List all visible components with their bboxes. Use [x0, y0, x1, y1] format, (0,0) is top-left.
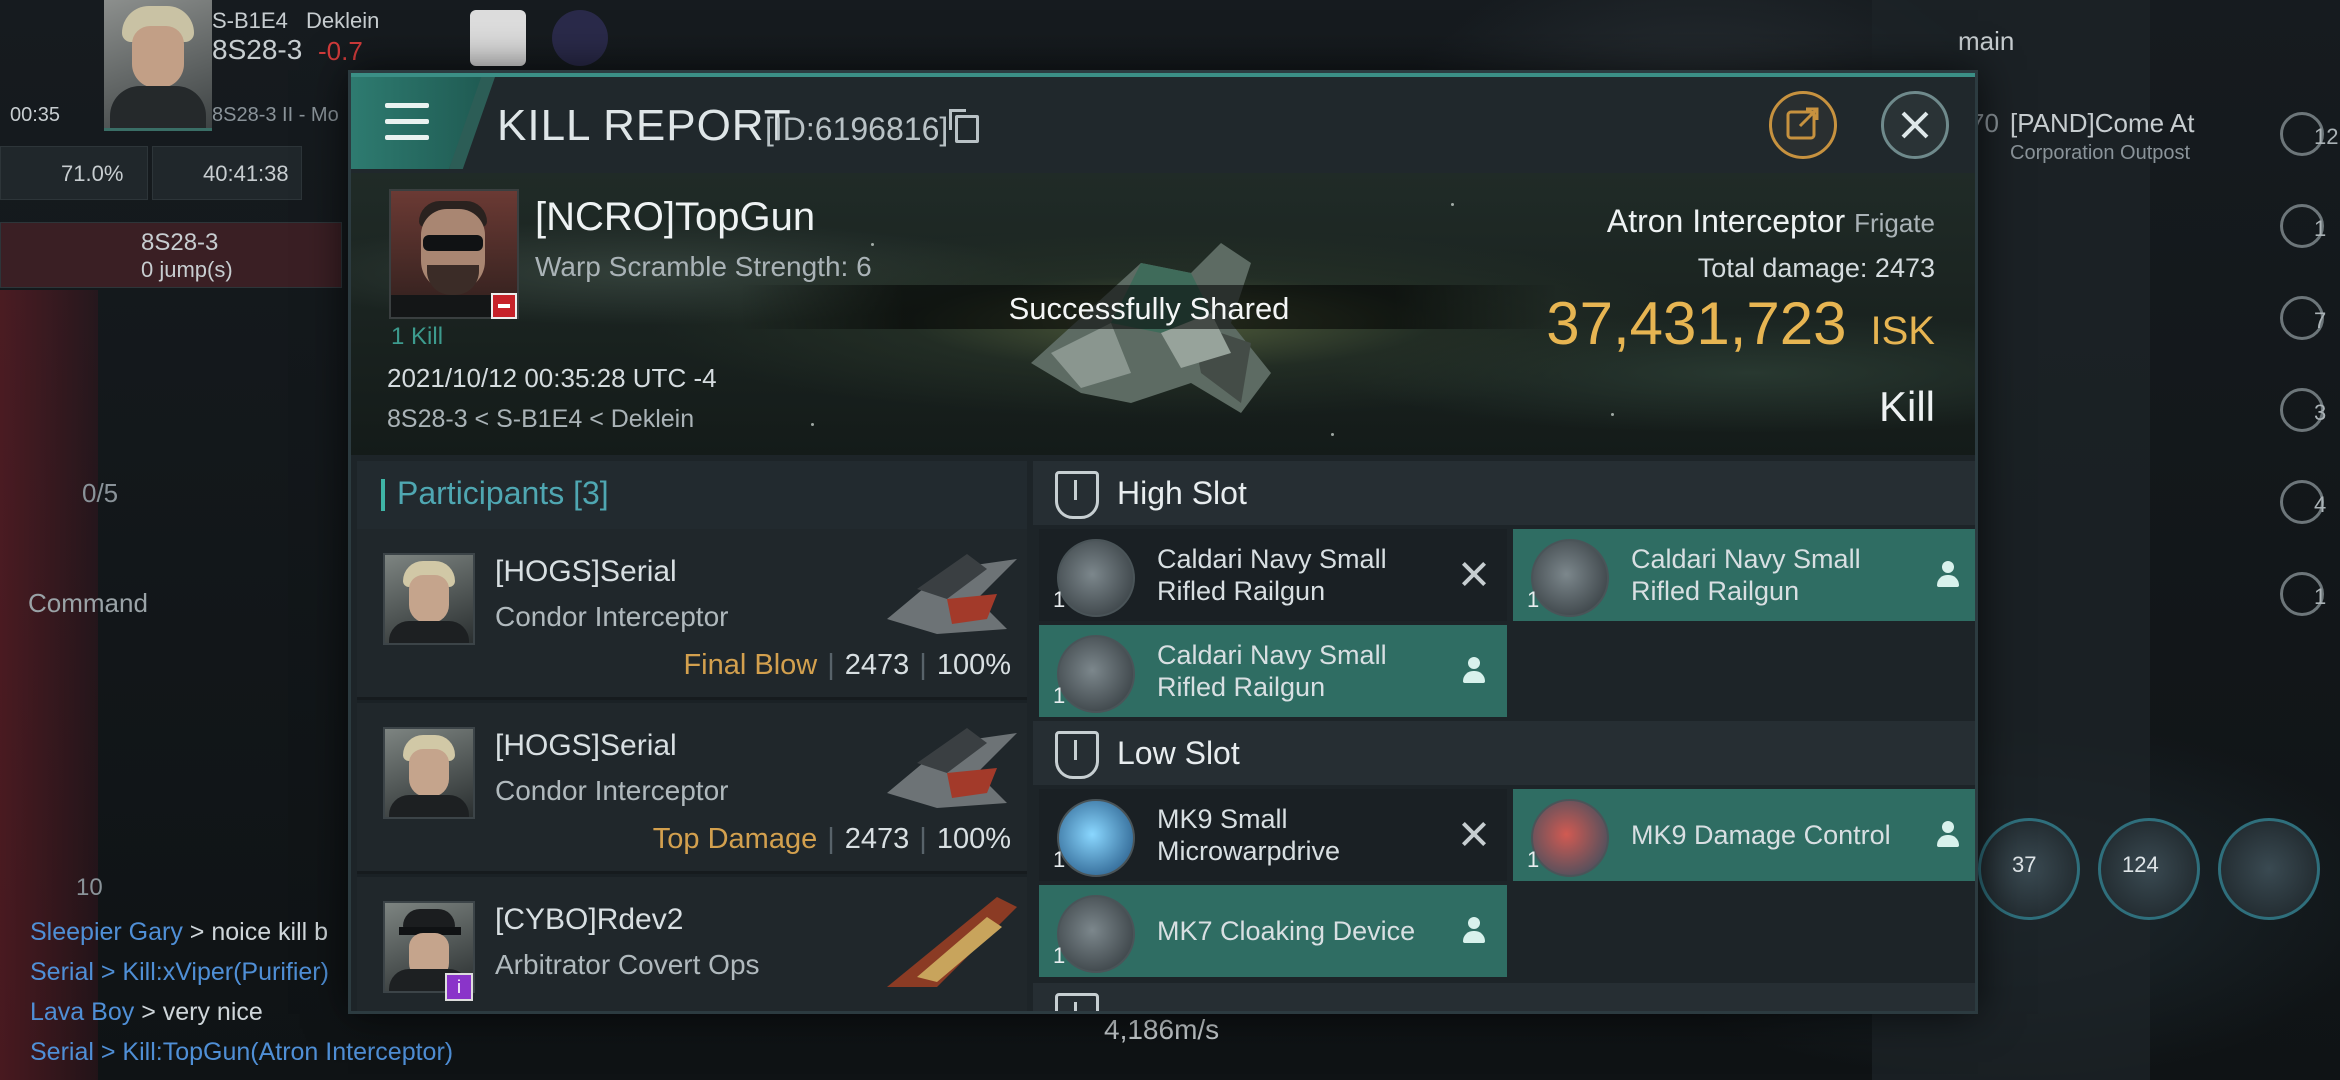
destroyed-icon: [1459, 559, 1489, 589]
close-button[interactable]: [1881, 91, 1949, 159]
fitting-panel: High Slot 1 Caldari Navy Small Rifled Ra…: [1033, 461, 1975, 1011]
close-icon: [1901, 111, 1929, 139]
participant-row[interactable]: [HOGS]Serial Condor Interceptor Top Dama…: [357, 703, 1027, 874]
participant-row[interactable]: i [CYBO]Rdev2 Arbitrator Covert Ops: [357, 877, 1027, 1011]
isk-value: 37,431,723 ISK: [1546, 290, 1935, 357]
dropped-icon: [1459, 915, 1489, 945]
kill-report-dialog: KILL REPORT [ID:6196816] [NCRO]TopGun Wa…: [348, 70, 1978, 1014]
route-region: Deklein: [306, 8, 380, 33]
info-badge-icon: i: [445, 973, 473, 1001]
share-button[interactable]: [1769, 91, 1837, 159]
chat-line[interactable]: Lava Boy > very nice: [30, 998, 263, 1027]
kill-datetime: 2021/10/12 00:35:28 UTC -4: [387, 363, 717, 393]
fleet-count: 0/5: [82, 478, 119, 508]
low-slot-header: Low Slot: [1033, 721, 1975, 785]
participant-ship: Condor Interceptor: [495, 601, 729, 632]
victim-ship-name[interactable]: Atron Interceptor Frigate: [1607, 203, 1935, 240]
shield-icon: [1055, 471, 1099, 519]
module-item[interactable]: 1 Caldari Navy Small Rifled Railgun: [1039, 625, 1507, 717]
timer-status: 40:41:38: [152, 146, 302, 200]
nav-target[interactable]: 8S28-3 0 jump(s): [0, 222, 342, 288]
dropped-icon: [1459, 655, 1489, 685]
route-system: S-B1E4: [212, 8, 288, 33]
share-toast: Successfully Shared: [739, 285, 1559, 329]
speed-readout: 4,186m/s: [1104, 1014, 1220, 1045]
participant-avatar[interactable]: [383, 553, 475, 645]
location-sub: 8S28-3 II - Mo: [212, 104, 339, 126]
participant-name: [HOGS]Serial: [495, 729, 677, 762]
railgun-icon: [1531, 539, 1609, 617]
participant-stats: Top Damage | 2473 | 100%: [652, 823, 1011, 855]
participants-panel: Participants [3] [HOGS]Serial Condor Int…: [357, 461, 1027, 1011]
participant-ship: Arbitrator Covert Ops: [495, 949, 760, 980]
share-icon: [1786, 107, 1819, 140]
chat-line[interactable]: Sleepier Gary > noice kill b: [30, 918, 328, 947]
security-status: -0.7: [318, 36, 363, 66]
cloaking-device-icon: [1057, 895, 1135, 973]
module-item[interactable]: 1 Caldari Navy Small Rifled Railgun: [1039, 529, 1507, 621]
kill-count: 1 Kill: [391, 323, 444, 350]
mid-slot-header: [1033, 983, 1975, 1011]
module-item[interactable]: 1 MK7 Cloaking Device: [1039, 885, 1507, 977]
participant-ship: Condor Interceptor: [495, 775, 729, 806]
participant-name: [CYBO]Rdev2: [495, 903, 684, 936]
pilot-avatar[interactable]: [104, 0, 212, 131]
shield-status: 71.0%: [0, 146, 148, 200]
participant-row[interactable]: [HOGS]Serial Condor Interceptor Final Bl…: [357, 529, 1027, 700]
victim-detail: Warp Scramble Strength: 6: [535, 251, 872, 282]
victim-summary: [NCRO]TopGun Warp Scramble Strength: 6 1…: [351, 173, 1975, 455]
module-item[interactable]: 1 MK9 Small Microwarpdrive: [1039, 789, 1507, 881]
microwarpdrive-icon: [1057, 799, 1135, 877]
dialog-title: KILL REPORT: [497, 101, 792, 150]
railgun-icon: [1057, 539, 1135, 617]
mail-count: 10: [76, 874, 103, 901]
command-link[interactable]: Command: [28, 588, 148, 619]
panda-icon[interactable]: [470, 10, 526, 66]
participant-avatar[interactable]: [383, 727, 475, 819]
shield-icon: [1055, 731, 1099, 779]
local-entry-name[interactable]: [PAND]Come At: [2010, 108, 2194, 139]
dropped-icon: [1933, 559, 1963, 589]
result-label: Kill: [1878, 383, 1935, 430]
chat-line[interactable]: Serial > Kill:xViper(Purifier): [30, 958, 329, 987]
shield-icon: [1055, 993, 1099, 1011]
copy-icon[interactable]: [949, 109, 979, 143]
report-id: [ID:6196816]: [765, 111, 949, 147]
participant-stats: Final Blow | 2473 | 100%: [683, 649, 1011, 681]
clock: 00:35: [10, 104, 61, 126]
chat-line[interactable]: Serial > Kill:TopGun(Atron Interceptor): [30, 1038, 453, 1067]
total-damage: Total damage: 2473: [1697, 253, 1935, 283]
railgun-icon: [1057, 635, 1135, 713]
damage-control-icon: [1531, 799, 1609, 877]
channel-select[interactable]: main: [1958, 26, 2014, 57]
disabled-icon[interactable]: [552, 10, 608, 66]
module-item[interactable]: 1 Caldari Navy Small Rifled Railgun: [1513, 529, 1975, 621]
kill-location[interactable]: 8S28-3 < S-B1E4 < Deklein: [387, 405, 694, 434]
dropped-icon: [1933, 819, 1963, 849]
high-slot-header: High Slot: [1033, 461, 1975, 525]
victim-name[interactable]: [NCRO]TopGun: [535, 195, 815, 240]
participant-ship-image: [887, 897, 1017, 987]
participant-name: [HOGS]Serial: [495, 555, 677, 588]
module-item[interactable]: 1 MK9 Damage Control: [1513, 789, 1975, 881]
hostile-badge-icon: [491, 293, 517, 319]
local-entry-sub: Corporation Outpost: [2010, 142, 2191, 164]
participant-ship-image: [887, 728, 1017, 808]
participant-ship-image: [887, 554, 1017, 634]
destroyed-icon: [1459, 819, 1489, 849]
current-system[interactable]: 8S28-3: [212, 34, 302, 66]
module-slot[interactable]: [2218, 818, 2320, 920]
participants-header: Participants [3]: [357, 461, 1027, 529]
